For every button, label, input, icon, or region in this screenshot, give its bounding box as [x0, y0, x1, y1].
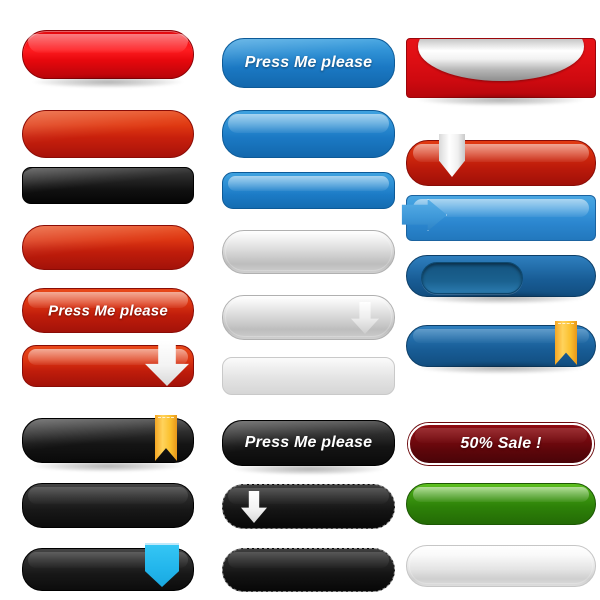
- button-black-dashed-download[interactable]: [222, 484, 395, 529]
- button-sale[interactable]: 50% Sale !: [408, 423, 594, 465]
- button-blue-rect[interactable]: [222, 172, 395, 209]
- button-red-white-ribbon[interactable]: [406, 134, 596, 186]
- button-white-plain[interactable]: [406, 545, 596, 587]
- button-gray-pill-plain[interactable]: [222, 230, 395, 274]
- gloss-highlight: [23, 168, 193, 203]
- inner-bevel: [225, 233, 392, 271]
- button-green-plain[interactable]: [406, 483, 596, 525]
- gloss-highlight: [23, 226, 193, 269]
- button-label: 50% Sale !: [460, 435, 542, 452]
- gloss-highlight: [412, 487, 590, 503]
- silver-bowl-decor: [418, 39, 584, 81]
- button-blue-arrow-rect[interactable]: [401, 195, 596, 241]
- gloss-highlight: [28, 487, 188, 505]
- button-deepblue-inset[interactable]: [406, 255, 596, 304]
- button-face: [407, 484, 595, 524]
- button-face: [223, 111, 394, 157]
- gloss-highlight: [228, 176, 389, 192]
- button-black-ribbon[interactable]: [22, 415, 194, 472]
- drop-shadow: [33, 76, 183, 88]
- button-black-rect[interactable]: [22, 167, 194, 204]
- button-gray-rect[interactable]: [222, 357, 395, 395]
- button-red-press-me[interactable]: Press Me please: [22, 288, 194, 333]
- button-face: [407, 39, 595, 97]
- button-label: Press Me please: [244, 54, 373, 71]
- button-face: [407, 141, 595, 185]
- inset-slot-decor: [421, 262, 523, 294]
- button-red-silver-bowl[interactable]: [406, 38, 596, 106]
- button-black-dashed-plain[interactable]: [222, 548, 395, 592]
- inner-bevel: [409, 548, 593, 584]
- button-face: [23, 111, 193, 157]
- button-face: [223, 485, 394, 528]
- button-face: [23, 168, 193, 203]
- button-face: [23, 484, 193, 527]
- button-deepblue-ribbon[interactable]: [406, 321, 596, 374]
- button-face: [223, 173, 394, 208]
- button-black-press-me[interactable]: Press Me please: [222, 420, 395, 475]
- gloss-highlight: [28, 34, 188, 53]
- button-orangered-pill[interactable]: [22, 110, 194, 158]
- button-red-pill-plain[interactable]: [22, 225, 194, 270]
- button-blue-press-me[interactable]: Press Me please: [222, 38, 395, 88]
- button-label: Press Me please: [48, 302, 168, 319]
- button-face: [23, 226, 193, 269]
- download-arrow-icon: [351, 302, 379, 334]
- button-face: [223, 549, 394, 591]
- gloss-highlight: [23, 111, 193, 157]
- button-gray-download[interactable]: [222, 295, 395, 340]
- button-black-blue-tag[interactable]: [22, 543, 194, 591]
- button-blue-pill-plain[interactable]: [222, 110, 395, 158]
- button-label: Press Me please: [244, 434, 373, 451]
- button-red-download[interactable]: [22, 340, 194, 387]
- button-set-canvas: Press Me please Press Me please Press Me…: [0, 0, 600, 600]
- button-black-plain[interactable]: [22, 483, 194, 528]
- button-red-glossy-pill[interactable]: [22, 30, 194, 88]
- gloss-highlight: [228, 552, 389, 568]
- gloss-highlight: [228, 114, 389, 134]
